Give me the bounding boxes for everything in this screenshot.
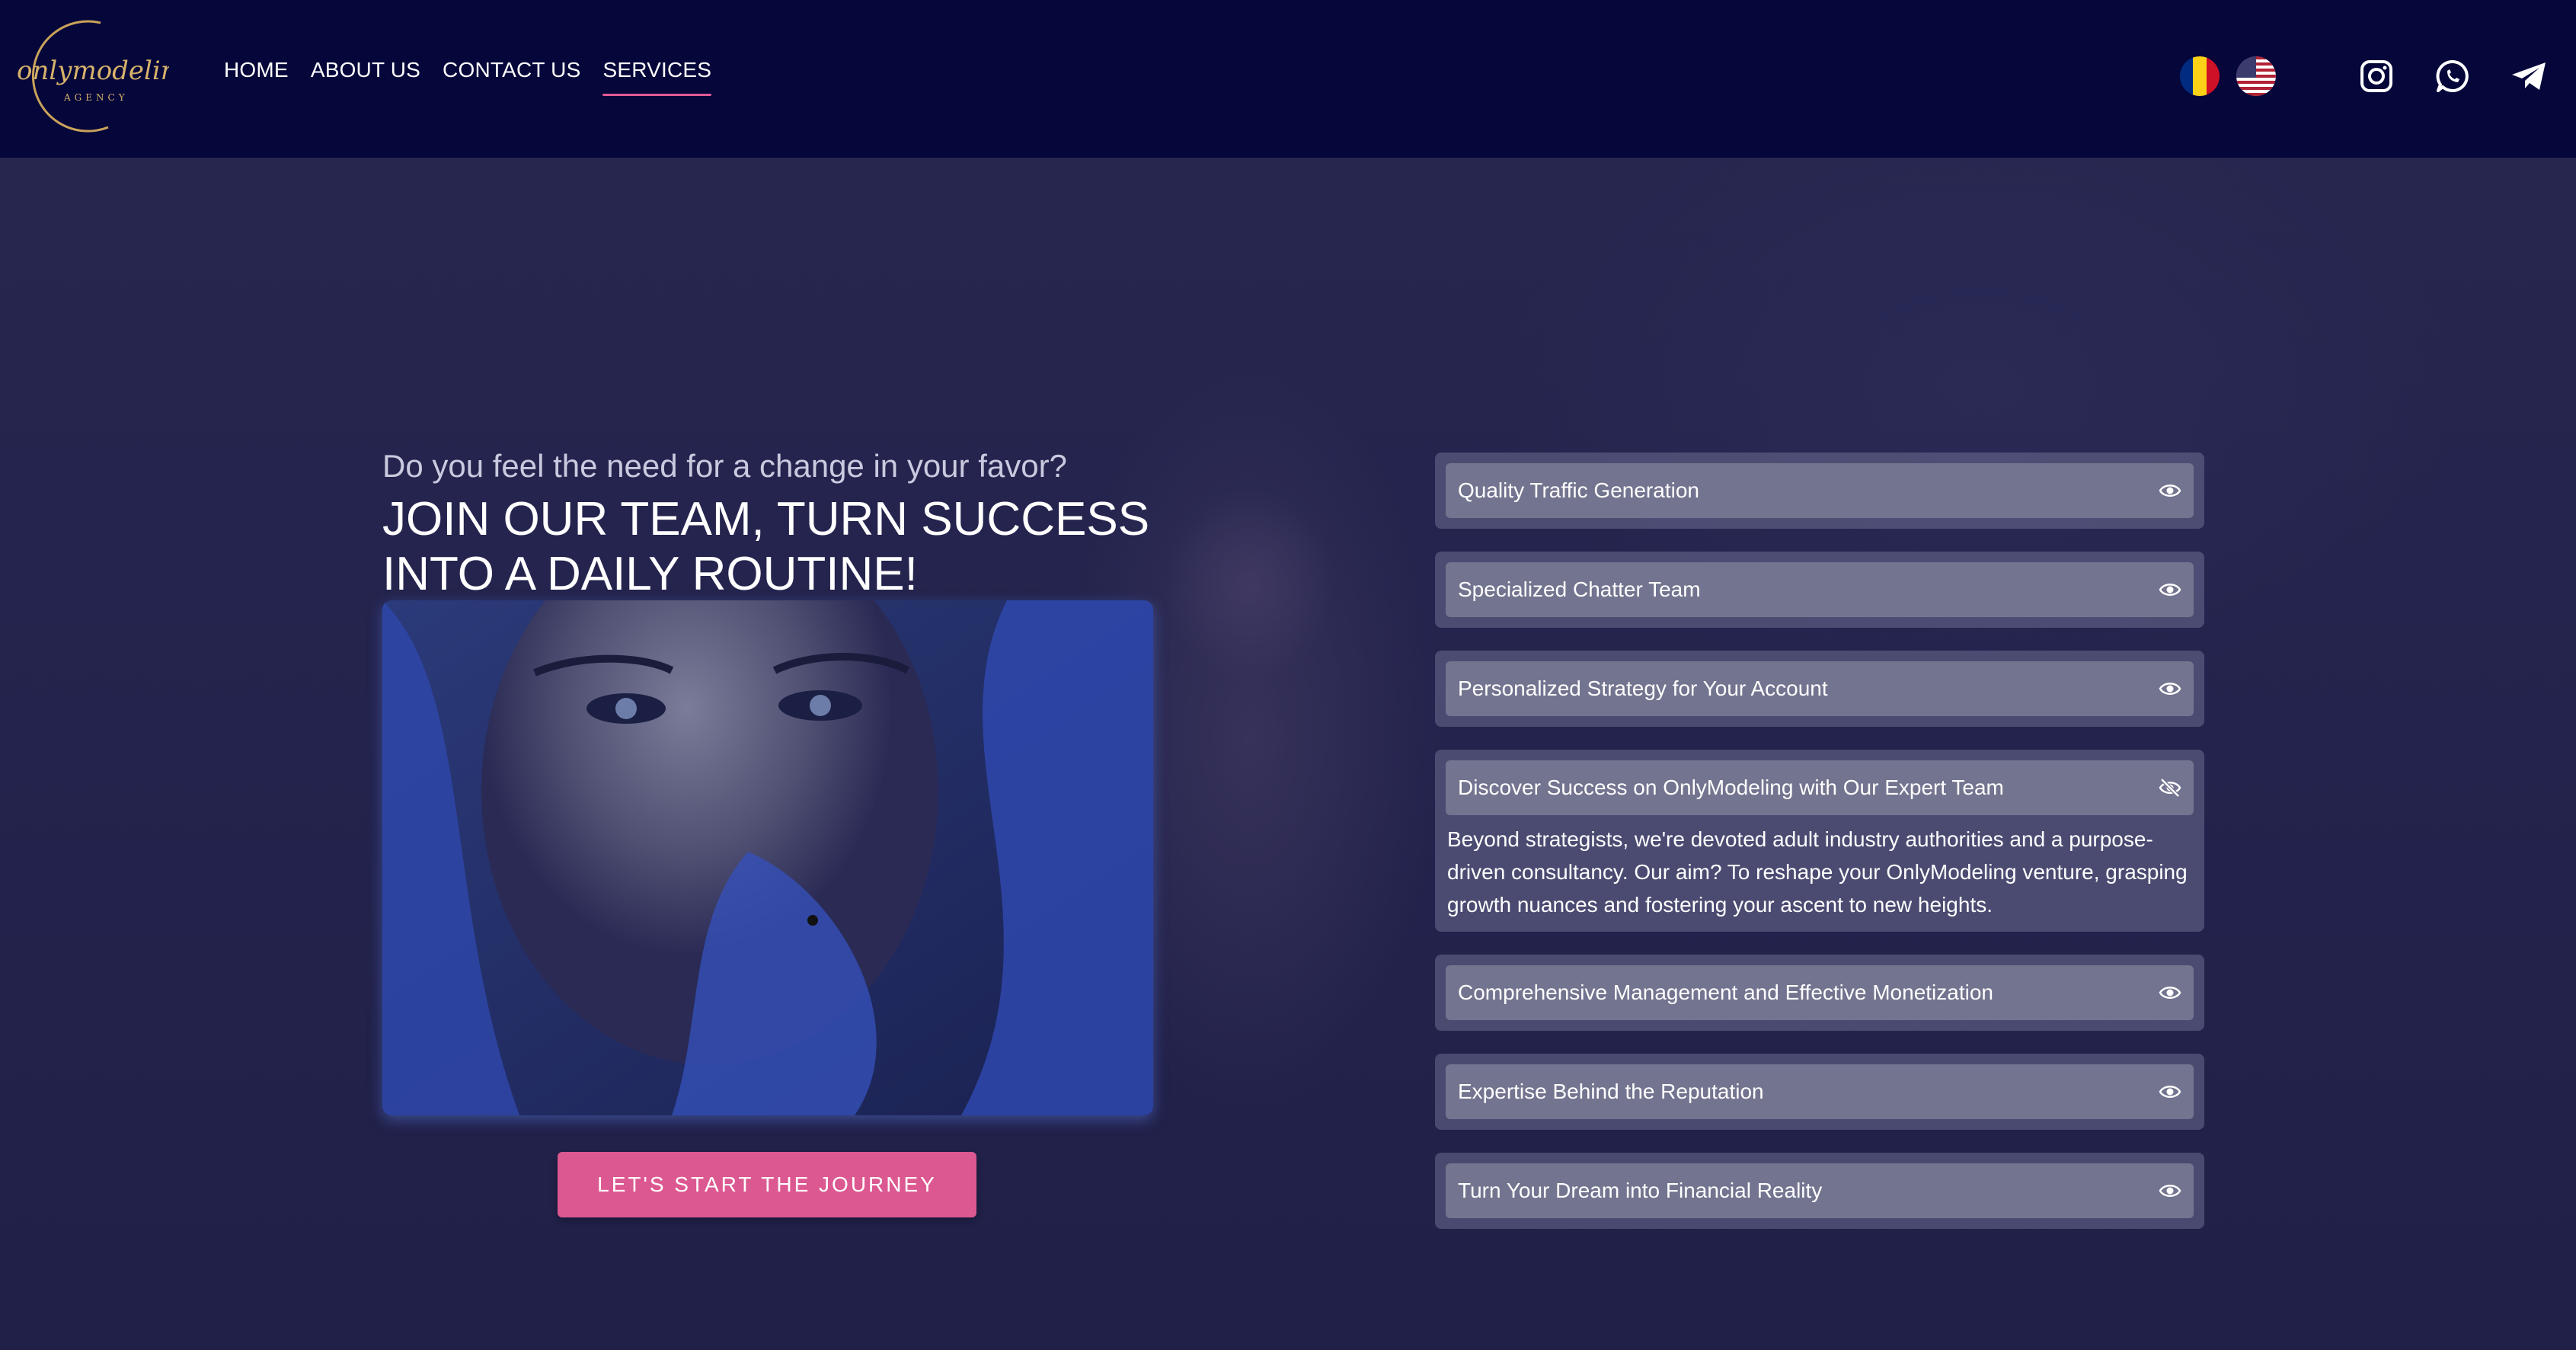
services-accordion: Quality Traffic Generation Specialized C… xyxy=(1435,453,2204,1252)
accordion-item: Specialized Chatter Team xyxy=(1435,552,2204,628)
accordion-title: Comprehensive Management and Effective M… xyxy=(1458,981,1993,1004)
start-journey-button[interactable]: LET'S START THE JOURNEY xyxy=(558,1152,976,1217)
accordion-item: Comprehensive Management and Effective M… xyxy=(1435,955,2204,1031)
accordion-body: Beyond strategists, we're devoted adult … xyxy=(1447,827,2188,917)
nav-about-us[interactable]: ABOUT US xyxy=(311,58,420,96)
accordion-header[interactable]: Quality Traffic Generation xyxy=(1446,463,2194,518)
eye-icon[interactable] xyxy=(2159,981,2181,1004)
logo-subtext: AGENCY xyxy=(63,92,129,103)
accordion-header[interactable]: Personalized Strategy for Your Account xyxy=(1446,661,2194,716)
headline-line-2: INTO A DAILY ROUTINE! xyxy=(382,548,918,600)
hero-headline: JOIN OUR TEAM, TURN SUCCESS INTO A DAILY… xyxy=(382,492,1182,602)
telegram-icon[interactable] xyxy=(2509,56,2549,96)
accordion-title: Quality Traffic Generation xyxy=(1458,478,1699,502)
portrait-image xyxy=(382,600,1153,1115)
accordion-header[interactable]: Turn Your Dream into Financial Reality xyxy=(1446,1163,2194,1218)
us-flag-icon[interactable] xyxy=(2236,56,2276,96)
accordion-header[interactable]: Discover Success on OnlyModeling with Ou… xyxy=(1446,760,2194,815)
whatsapp-icon[interactable] xyxy=(2433,56,2472,96)
romanian-flag-icon[interactable] xyxy=(2180,56,2220,96)
accordion-item: Quality Traffic Generation xyxy=(1435,453,2204,529)
eye-icon[interactable] xyxy=(2159,479,2181,502)
accordion-title: Discover Success on OnlyModeling with Ou… xyxy=(1458,776,2004,799)
accordion-item: Turn Your Dream into Financial Reality xyxy=(1435,1153,2204,1229)
hero-kicker: Do you feel the need for a change in you… xyxy=(382,448,1067,484)
agency-logo[interactable]: onlymodeling AGENCY xyxy=(17,17,169,135)
eye-icon[interactable] xyxy=(2159,578,2181,601)
nav-services[interactable]: SERVICES xyxy=(602,58,711,96)
accordion-title: Expertise Behind the Reputation xyxy=(1458,1080,1764,1103)
accordion-header[interactable]: Specialized Chatter Team xyxy=(1446,562,2194,617)
instagram-icon[interactable] xyxy=(2357,56,2396,96)
accordion-title: Specialized Chatter Team xyxy=(1458,577,1701,601)
accordion-header[interactable]: Expertise Behind the Reputation xyxy=(1446,1064,2194,1119)
accordion-item-expanded: Discover Success on OnlyModeling with Ou… xyxy=(1435,750,2204,932)
accordion-item: Expertise Behind the Reputation xyxy=(1435,1054,2204,1130)
accordion-header[interactable]: Comprehensive Management and Effective M… xyxy=(1446,965,2194,1020)
logo-text: onlymodeling xyxy=(17,56,169,86)
accordion-title: Personalized Strategy for Your Account xyxy=(1458,677,1828,700)
nav-home[interactable]: HOME xyxy=(224,58,289,96)
main-nav: HOME ABOUT US CONTACT US SERVICES xyxy=(224,58,711,96)
hero-photo xyxy=(382,600,1153,1115)
page: onlymodeling AGENCY HOME ABOUT US CONTAC… xyxy=(0,0,2576,1350)
eye-icon[interactable] xyxy=(2159,1080,2181,1103)
site-header: onlymodeling AGENCY HOME ABOUT US CONTAC… xyxy=(0,0,2576,158)
eye-icon[interactable] xyxy=(2159,677,2181,700)
eye-off-icon[interactable] xyxy=(2159,776,2181,799)
headline-line-1: JOIN OUR TEAM, TURN SUCCESS xyxy=(382,493,1150,545)
eye-icon[interactable] xyxy=(2159,1179,2181,1202)
nav-contact-us[interactable]: CONTACT US xyxy=(443,58,580,96)
accordion-item: Personalized Strategy for Your Account xyxy=(1435,651,2204,727)
accordion-title: Turn Your Dream into Financial Reality xyxy=(1458,1179,1823,1202)
